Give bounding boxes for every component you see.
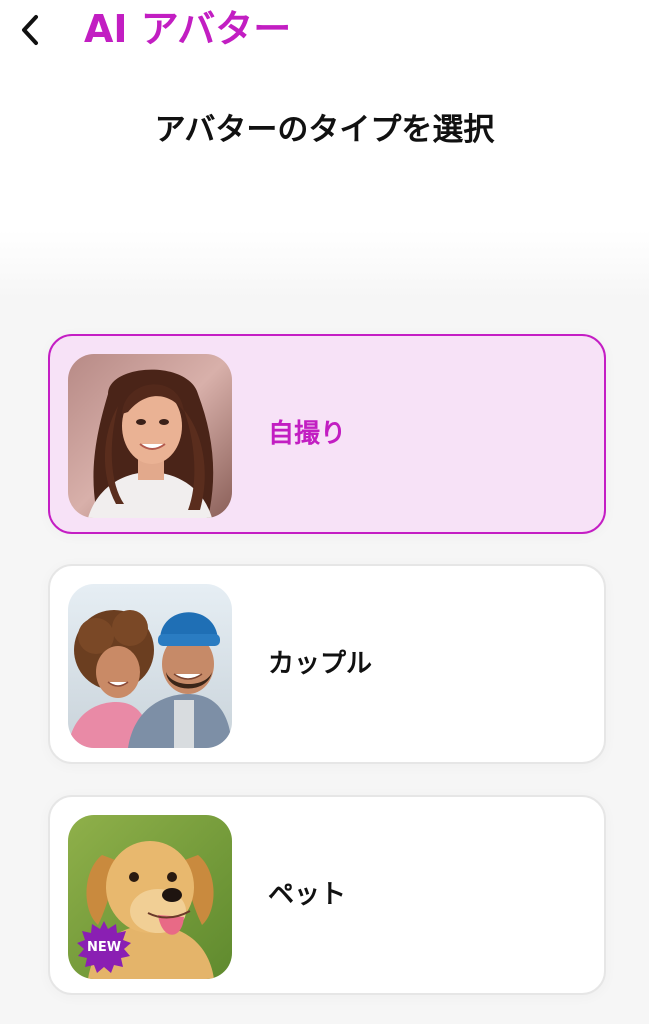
option-card-couple[interactable]: カップル: [48, 564, 606, 764]
option-card-selfie[interactable]: 自撮り: [48, 334, 606, 534]
header: AI アバター: [0, 0, 649, 70]
selfie-thumbnail: [68, 354, 232, 518]
couple-thumbnail: [68, 584, 232, 748]
option-label: 自撮り: [268, 419, 347, 449]
new-badge: NEW: [76, 919, 132, 975]
option-label: ペット: [268, 880, 347, 910]
back-button[interactable]: [10, 8, 50, 52]
chevron-left-icon: [22, 15, 38, 45]
option-card-pet[interactable]: NEW ペット: [48, 795, 606, 995]
new-badge-label: NEW: [86, 939, 122, 955]
page-title: アバターのタイプを選択: [154, 112, 495, 148]
pet-thumbnail: NEW: [68, 815, 232, 979]
app-title: AI アバター: [84, 7, 292, 51]
option-label: カップル: [268, 649, 373, 679]
